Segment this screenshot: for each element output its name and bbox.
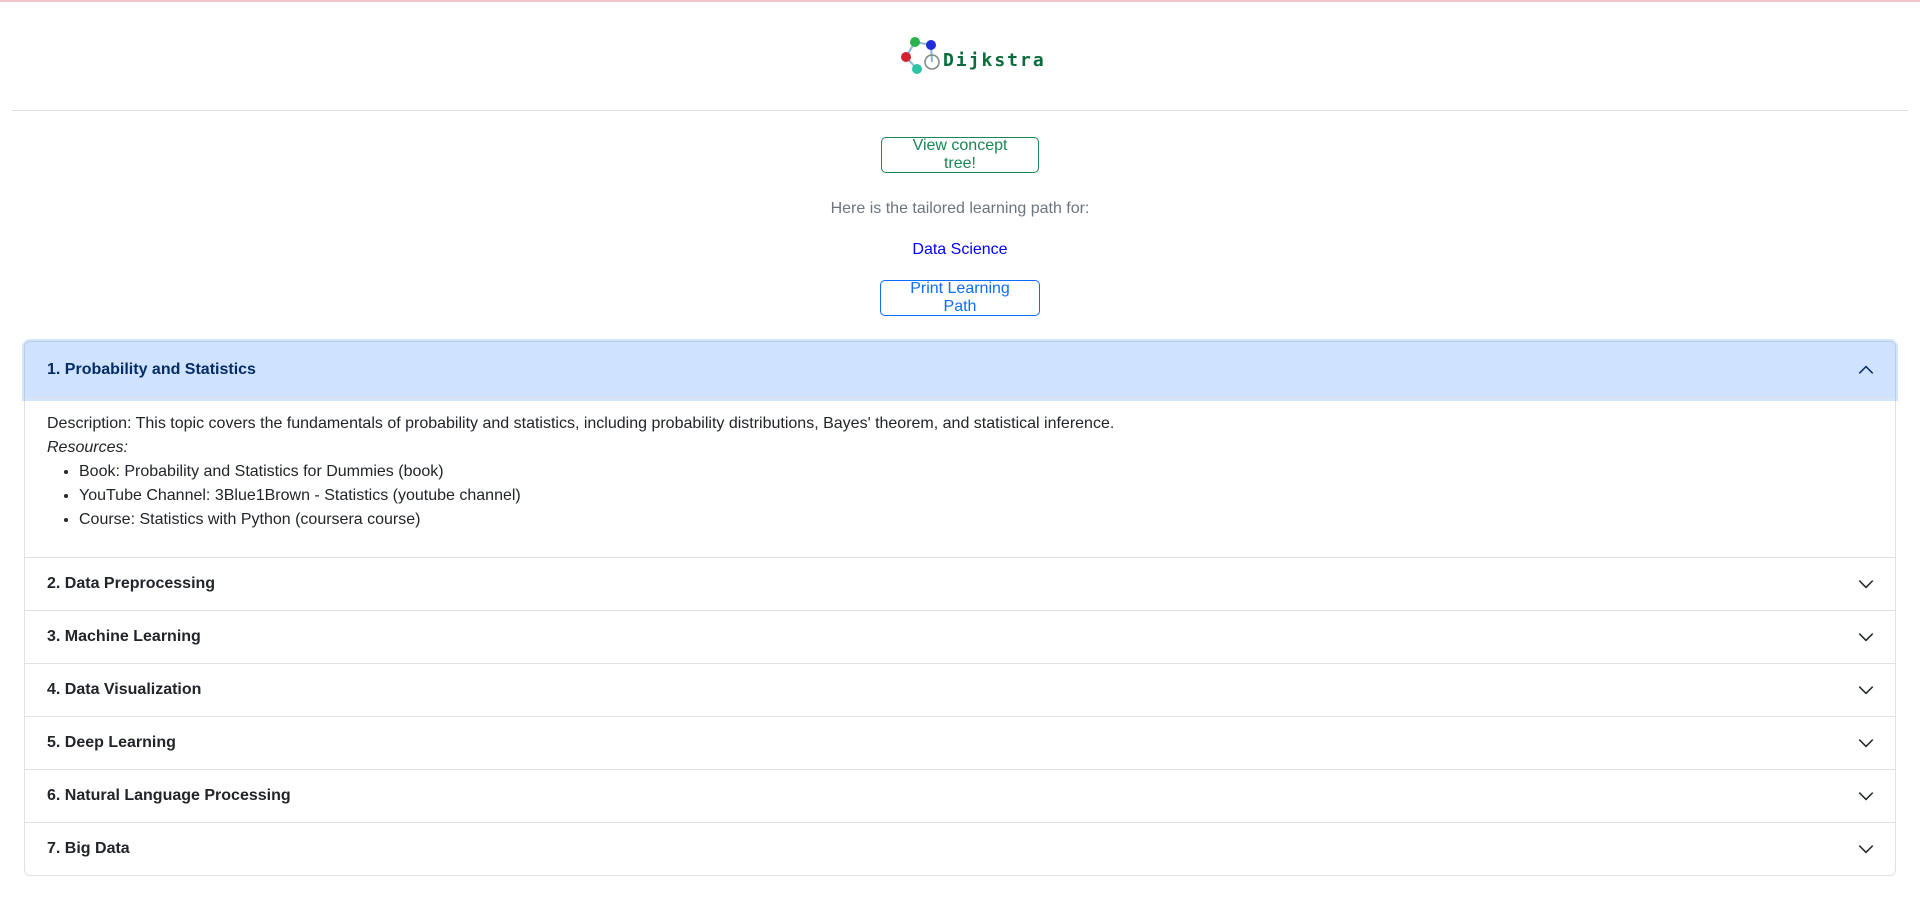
accordion-title: 1. Probability and Statistics <box>47 361 256 378</box>
topic-name: Data Science <box>912 241 1008 258</box>
resources-label: Resources: <box>47 439 128 456</box>
accordion-header-big-data[interactable]: 7. Big Data <box>25 823 1895 875</box>
accordion-item: 6. Natural Language Processing <box>25 770 1895 823</box>
accordion-title: 4. Data Visualization <box>47 681 202 698</box>
resource-item: Book: Probability and Statistics for Dum… <box>79 460 1873 484</box>
resource-item: YouTube Channel: 3Blue1Brown - Statistic… <box>79 484 1873 508</box>
intro-text: Here is the tailored learning path for: <box>830 200 1090 217</box>
chevron-down-icon <box>1858 845 1874 854</box>
accordion-header-data-preprocessing[interactable]: 2. Data Preprocessing <box>25 558 1895 610</box>
accordion-title: 6. Natural Language Processing <box>47 787 291 804</box>
logo-text: Dijkstra <box>943 50 1046 71</box>
accordion-item: 4. Data Visualization <box>25 664 1895 717</box>
graph-nodes-icon <box>901 37 940 74</box>
accordion-body: Description: This topic covers the funda… <box>25 398 1895 557</box>
print-learning-path-button[interactable]: Print Learning Path <box>880 280 1040 316</box>
accordion-item: 1. Probability and Statistics Descriptio… <box>25 342 1895 558</box>
view-concept-tree-button[interactable]: View concept tree! <box>881 137 1039 173</box>
chevron-down-icon <box>1858 792 1874 801</box>
dijkstra-logo[interactable]: Dijkstra <box>898 32 1044 80</box>
accordion-item: 2. Data Preprocessing <box>25 558 1895 611</box>
accordion-header-probability-and-statistics[interactable]: 1. Probability and Statistics <box>25 342 1895 398</box>
accordion-header-data-visualization[interactable]: 4. Data Visualization <box>25 664 1895 716</box>
site-header: Dijkstra <box>12 2 1908 111</box>
chevron-down-icon <box>1858 686 1874 695</box>
accordion-title: 3. Machine Learning <box>47 628 201 645</box>
chevron-down-icon <box>1858 633 1874 642</box>
accordion-item: 7. Big Data <box>25 823 1895 875</box>
accordion-header-deep-learning[interactable]: 5. Deep Learning <box>25 717 1895 769</box>
chevron-down-icon <box>1858 580 1874 589</box>
topic-description: Description: This topic covers the funda… <box>47 415 1115 432</box>
accordion-title: 7. Big Data <box>47 840 130 857</box>
accordion-header-machine-learning[interactable]: 3. Machine Learning <box>25 611 1895 663</box>
resources-list: Book: Probability and Statistics for Dum… <box>47 460 1873 532</box>
accordion-title: 2. Data Preprocessing <box>47 575 216 592</box>
accordion-item: 5. Deep Learning <box>25 717 1895 770</box>
resource-item: Course: Statistics with Python (coursera… <box>79 508 1873 532</box>
accordion-header-natural-language-processing[interactable]: 6. Natural Language Processing <box>25 770 1895 822</box>
accordion-item: 3. Machine Learning <box>25 611 1895 664</box>
accordion-title: 5. Deep Learning <box>47 734 176 751</box>
learning-path-accordion: 1. Probability and Statistics Descriptio… <box>24 341 1896 876</box>
chevron-down-icon <box>1858 739 1874 748</box>
chevron-up-icon <box>1858 365 1874 374</box>
